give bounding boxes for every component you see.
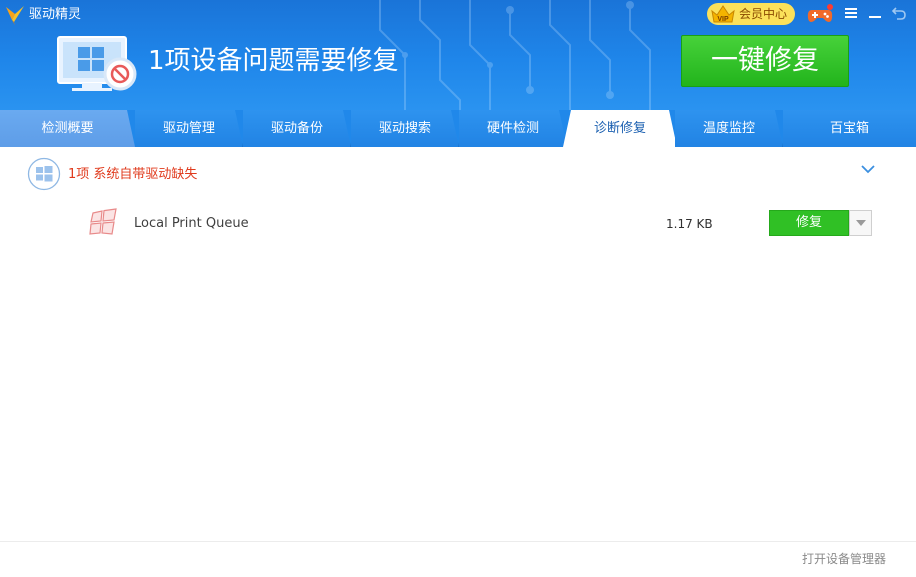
minimize-icon[interactable] <box>866 4 884 22</box>
vip-center-label: 会员中心 <box>739 7 788 21</box>
monitor-repair-icon <box>57 36 137 91</box>
tab-temperature-monitor[interactable]: 温度监控 <box>675 110 783 147</box>
driver-size: 1.17 KB <box>666 217 713 231</box>
tab-driver-management[interactable]: 驱动管理 <box>135 110 243 147</box>
tab-detection-summary[interactable]: 检测概要 <box>0 110 135 147</box>
tab-label: 驱动备份 <box>270 121 323 136</box>
tab-label: 温度监控 <box>702 121 755 136</box>
chevron-down-icon[interactable] <box>859 162 877 176</box>
tab-diagnose-repair[interactable]: 诊断修复 <box>563 110 677 147</box>
footer-divider <box>0 541 916 542</box>
issue-group-title: 1项 系统自带驱动缺失 <box>68 167 198 182</box>
tab-toolbox[interactable]: 百宝箱 <box>783 110 916 147</box>
open-device-manager-link[interactable]: 打开设备管理器 <box>802 551 886 567</box>
caret-down-icon <box>856 220 866 226</box>
windows-driver-icon <box>89 208 117 235</box>
tab-label: 百宝箱 <box>829 121 869 136</box>
tab-driver-backup[interactable]: 驱动备份 <box>243 110 351 147</box>
vip-crown-icon: VIP <box>711 5 735 23</box>
app-title: 驱动精灵 <box>29 7 82 22</box>
tab-label: 硬件检测 <box>486 121 539 136</box>
tab-label: 驱动搜索 <box>378 121 431 136</box>
windows-group-icon <box>27 157 61 191</box>
issue-headline: 1项设备问题需要修复 <box>148 46 399 76</box>
circuit-decoration <box>379 0 651 110</box>
tab-driver-search[interactable]: 驱动搜索 <box>351 110 459 147</box>
restore-icon[interactable] <box>890 4 908 22</box>
vip-center-button[interactable]: VIP 会员中心 <box>707 3 795 25</box>
tab-label: 诊断修复 <box>593 121 646 136</box>
one-click-fix-button[interactable]: 一键修复 <box>681 35 849 87</box>
repair-button[interactable]: 修复 <box>769 210 849 236</box>
game-controller-icon[interactable] <box>806 2 834 26</box>
driver-name: Local Print Queue <box>134 216 249 231</box>
header-banner: 驱动精灵 VIP 会员中心 1项设备问题需要修复 一键修复 <box>0 0 916 110</box>
tab-bar: 检测概要 驱动管理 驱动备份 驱动搜索 硬件检测 诊断修复 温度监控 百宝箱 <box>0 110 916 147</box>
app-logo-icon <box>6 6 24 25</box>
tab-label: 检测概要 <box>41 121 94 136</box>
tab-hardware-detection[interactable]: 硬件检测 <box>459 110 567 147</box>
tab-label: 驱动管理 <box>162 121 215 136</box>
menu-icon[interactable] <box>842 4 860 22</box>
repair-options-dropdown[interactable] <box>849 210 872 236</box>
vip-badge-text: VIP <box>717 16 729 23</box>
